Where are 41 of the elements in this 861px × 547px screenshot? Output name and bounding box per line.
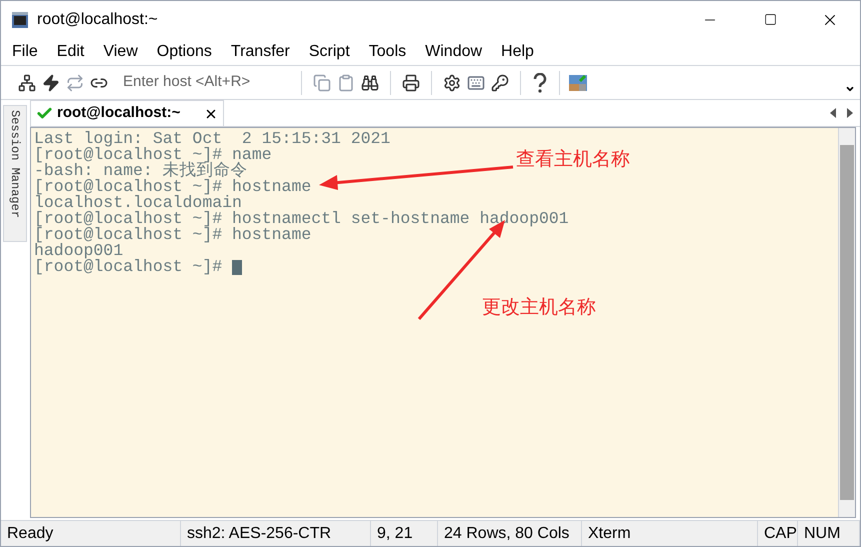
cursor bbox=[232, 260, 242, 274]
host-field[interactable]: Enter host <Alt+R> bbox=[123, 71, 293, 94]
terminal-line: -bash: name: 未找到命令 bbox=[34, 163, 248, 179]
status-text: Ready bbox=[7, 524, 54, 544]
terminal-line: [root@localhost ~]# name bbox=[34, 147, 272, 163]
terminal-line: [root@localhost ~]# bbox=[34, 259, 242, 275]
window-title: root@localhost:~ bbox=[37, 10, 158, 30]
terminal-line: hadoop001 bbox=[34, 243, 124, 259]
session-tab[interactable]: root@localhost:~ bbox=[30, 100, 224, 126]
status-text: CAP bbox=[764, 524, 797, 544]
scroll-left-icon[interactable] bbox=[830, 108, 836, 118]
maximize-icon[interactable] bbox=[764, 13, 776, 26]
status-text: Xterm bbox=[588, 524, 631, 544]
menu-item[interactable]: Window bbox=[425, 40, 482, 64]
scrollbar[interactable] bbox=[838, 128, 855, 517]
annotation-text: 查看主机名称 bbox=[516, 148, 630, 172]
menu-item[interactable]: File bbox=[12, 40, 38, 64]
terminal-line: [root@localhost ~]# hostname bbox=[34, 179, 312, 195]
menu-item[interactable]: Help bbox=[501, 40, 534, 64]
terminal-line: [root@localhost ~]# hostnamectl set-hostname hadoop001 bbox=[34, 211, 569, 227]
menu-item[interactable]: Tools bbox=[368, 40, 406, 64]
menu-item[interactable]: Options bbox=[156, 40, 212, 64]
menu-item[interactable]: Script bbox=[308, 40, 350, 64]
status-text: NUM bbox=[804, 524, 840, 544]
security-icon[interactable] bbox=[568, 72, 588, 92]
scrollbar-thumb[interactable] bbox=[840, 145, 854, 500]
menu-item[interactable]: Transfer bbox=[230, 40, 290, 64]
status-text: 9, 21 bbox=[377, 524, 413, 544]
annotation-text: 更改主机名称 bbox=[482, 296, 596, 320]
status-text: 24 Rows, 80 Cols bbox=[444, 524, 570, 544]
overflow-icon[interactable] bbox=[845, 84, 855, 94]
terminal[interactable] bbox=[31, 128, 838, 517]
session-manager-tab[interactable]: Session Manager bbox=[3, 105, 27, 242]
terminal-line: Last login: Sat Oct 2 15:15:31 2021 bbox=[34, 131, 390, 147]
status-text: ssh2: AES-256-CTR bbox=[187, 524, 332, 544]
scroll-right-icon[interactable] bbox=[847, 108, 853, 118]
terminal-line: [root@localhost ~]# hostname bbox=[34, 227, 312, 243]
app-icon bbox=[11, 10, 29, 28]
menu-item[interactable]: View bbox=[103, 40, 138, 64]
terminal-line: localhost.localdomain bbox=[34, 195, 242, 211]
menu-item[interactable]: Edit bbox=[56, 40, 84, 64]
